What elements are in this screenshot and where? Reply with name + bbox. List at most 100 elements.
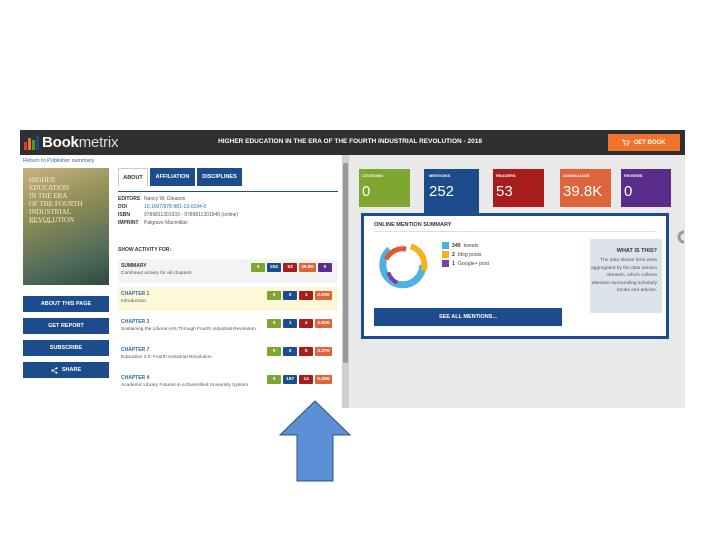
legend-item: 1 Google+ post [442,259,489,268]
metric-pill: 0 [283,291,298,300]
subscribe-button[interactable]: SUBSCRIBE [23,340,109,356]
legend-item: 240 tweets [442,241,489,250]
divider [374,231,656,232]
isbn-label: ISBN [118,212,130,218]
chapter-row[interactable]: CHAPTER 4 Academic Library Futures in a D… [118,371,338,395]
row-title[interactable]: CHAPTER 4 [121,375,149,381]
row-title[interactable]: CHAPTER 1 [121,291,149,297]
stat-readers[interactable]: READERS 53 [493,169,544,207]
up-arrow-icon [279,400,351,482]
share-button[interactable]: SHARE [23,362,109,378]
metric-pill: 3.37K [315,347,332,356]
chapter-row[interactable]: CHAPTER 3 Sustaining the Liberal Arts Thr… [118,315,338,339]
stat-value: 0 [362,183,371,200]
metric-pill: 0 [283,347,298,356]
legend-swatch [442,251,449,258]
editors-value: Nancy W. Gleason [144,196,186,202]
bookmetrix-screenshot: Bookmetrix HIGHER EDUCATION IN THE ERA O… [20,130,685,408]
chapter-row[interactable]: CHAPTER 1 Introduction 0 0 1 2.63K [118,287,338,311]
stat-downloads[interactable]: DOWNLOADS 39.8K [560,169,611,207]
legend-count: 240 [452,242,461,249]
top-header: Bookmetrix HIGHER EDUCATION IN THE ERA O… [20,130,685,155]
logo-text: Bookmetrix [42,134,119,151]
legend-count: 2 [452,251,455,258]
metric-pill: 252 [267,263,282,272]
metric-pill: 1 [299,291,314,300]
tab-about[interactable]: ABOUT [118,168,148,186]
metric-pill: 0 [267,291,282,300]
summary-row[interactable]: SUMMARY Combined activity for all chapter… [118,259,338,283]
get-book-label: GET BOOK [633,139,666,146]
cover-title: HIGHER EDUCATION IN THE ERA OF THE FOURT… [29,176,83,224]
bookmetrix-logo[interactable]: Bookmetrix [24,134,119,151]
stat-reviews[interactable]: REVIEWS 0 [621,169,671,207]
metric-pills: 0 0 1 2.63K [267,291,332,300]
partial-edge-icon [677,230,684,244]
about-this-page-button[interactable]: ABOUT THIS PAGE [23,296,109,312]
tab-affiliation[interactable]: AFFILIATION [150,168,195,186]
row-subtitle: Introduction [121,299,147,304]
stat-label: DOWNLOADS [563,173,590,178]
row-title[interactable]: CHAPTER 7 [121,347,149,353]
altmetric-donut[interactable] [374,236,434,296]
row-title[interactable]: CHAPTER 3 [121,319,149,325]
share-icon [51,366,58,374]
stat-value: 39.8K [563,183,603,200]
online-mention-summary: ONLINE MENTION SUMMARY 240 tweets 2 blog po… [361,213,669,339]
isbn-value: 9789811301933 - 9789811301940 (online) [144,212,239,218]
chapter-row[interactable]: CHAPTER 7 Education 4.0: Fourth Industria… [118,343,338,367]
logo-bars-icon [24,135,39,150]
get-report-button[interactable]: GET REPORT [23,318,109,334]
cover-editor: Nancy W. Gleason [29,220,54,224]
metric-pill: 5 [299,347,314,356]
metric-pills: 0 197 14 6.00K [267,375,332,384]
return-link[interactable]: Return to Publisher summary [23,158,94,164]
metric-pill: 0 [251,263,266,272]
stat-label: READERS [496,173,516,178]
what-is-this-text: The data shown here were aggregated by t… [591,258,657,293]
legend-count: 1 [452,260,455,267]
book-title: HIGHER EDUCATION IN THE ERA OF THE FOURT… [218,138,482,145]
show-activity-label: SHOW ACTIVITY FOR: [118,247,172,253]
legend-item: 2 blog posts [442,250,489,259]
book-cover[interactable]: HIGHER EDUCATION IN THE ERA OF THE FOURT… [23,168,109,285]
metric-pills: 0 252 53 39.8K 0 [251,263,332,272]
metric-pill: 53 [283,263,298,272]
metric-pill: 197 [283,375,298,384]
info-tabs: ABOUT AFFILIATION DISCIPLINES [118,168,242,186]
see-all-mentions-button[interactable]: SEE ALL MENTIONS... [374,308,562,326]
tab-disciplines[interactable]: DISCIPLINES [197,168,242,186]
row-subtitle: Academic Library Futures in a Diversifie… [121,383,249,388]
metric-pill: 1 [283,319,298,328]
metric-pill: 39.8K [299,263,316,272]
legend-swatch [442,242,449,249]
metric-pill: 3.92K [315,319,332,328]
stat-citations[interactable]: CITATIONS 0 [359,169,410,207]
imprint-value: Palgrave Macmillan [144,220,188,226]
legend-label: Google+ post [457,260,489,267]
get-book-button[interactable]: GET BOOK [608,134,680,151]
doi-link[interactable]: 10.1007/978-981-13-0194-0 [144,204,206,210]
metric-pills: 0 1 4 3.92K [267,319,332,328]
metrics-panel: CITATIONS 0 MENTIONS 252 READERS 53 DOWNLOADS 3… [349,155,685,408]
what-is-this-box: WHAT IS THIS? The data shown here were a… [590,239,662,313]
stat-mentions[interactable]: MENTIONS 252 [426,169,477,207]
imprint-label: IMPRINT [118,220,139,226]
metric-pill: 0 [267,319,282,328]
legend-label: tweets [463,242,479,249]
row-title[interactable]: SUMMARY [121,263,147,269]
metric-pill: 6.00K [315,375,332,384]
stat-value: 53 [496,183,513,200]
stat-value: 0 [624,183,633,200]
what-is-this-title: WHAT IS THIS? [616,248,657,254]
metric-pill: 14 [299,375,314,384]
stat-label: CITATIONS [362,173,383,178]
editors-label: EDITORS [118,196,141,202]
metric-pill: 0 [267,347,282,356]
left-scrollbar[interactable] [342,155,349,408]
metric-pill: 0 [318,263,332,272]
left-panel: Return to Publisher summary HIGHER EDUCA… [20,155,342,408]
cart-icon [622,139,631,146]
scrollbar-thumb[interactable] [343,163,348,363]
legend-swatch [442,260,449,267]
